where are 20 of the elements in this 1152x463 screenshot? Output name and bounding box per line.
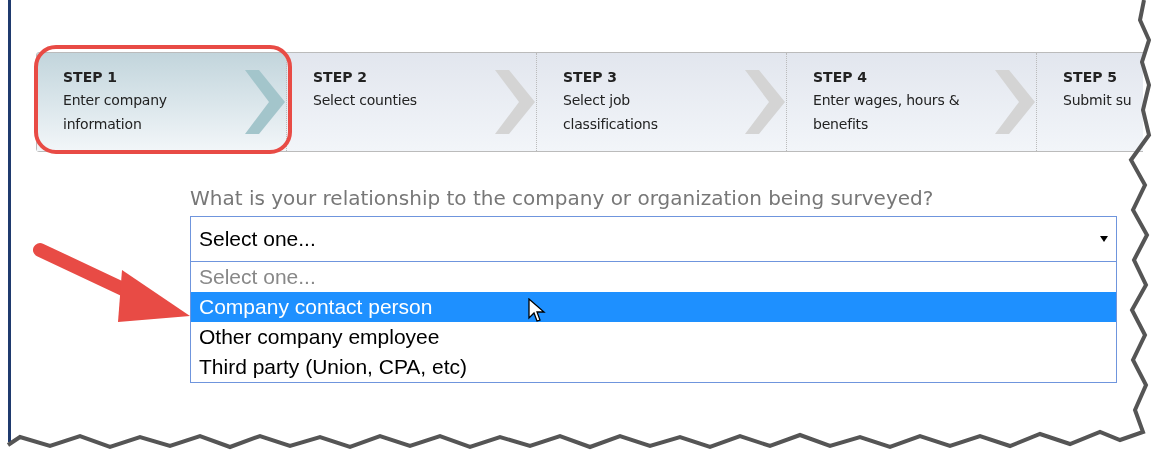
step-tab[interactable]: STEP 4 Enter wages, hours & benefits [787, 53, 1037, 151]
step-tab[interactable]: STEP 3 Select job classifications [537, 53, 787, 151]
step-label: Select counties [313, 91, 418, 110]
question-label: What is your relationship to the company or organization being surveyed? [190, 186, 935, 210]
step-number: STEP 5 [1063, 68, 1119, 87]
step-number: STEP 3 [563, 68, 619, 87]
step-label: Select job classifications [563, 91, 659, 134]
step-tab[interactable]: STEP 1 Enter company information [37, 53, 287, 151]
step-number: STEP 4 [813, 68, 869, 87]
step-label: Enter wages, hours & benefits [813, 91, 961, 134]
step-tab[interactable]: STEP 5 Submit su [1037, 53, 1143, 151]
dropdown-option[interactable]: Third party (Union, CPA, etc) [191, 352, 1116, 382]
step-number: STEP 2 [313, 68, 369, 87]
select-dropdown[interactable]: Select one... [190, 216, 1117, 262]
step-number: STEP 1 [63, 68, 119, 87]
dropdown-option[interactable]: Other company employee [191, 322, 1116, 352]
step-tab[interactable]: STEP 2 Select counties [287, 53, 537, 151]
step-label: Enter company information [63, 91, 168, 134]
step-label: Submit su [1063, 91, 1133, 110]
select-value: Select one... [199, 227, 316, 251]
